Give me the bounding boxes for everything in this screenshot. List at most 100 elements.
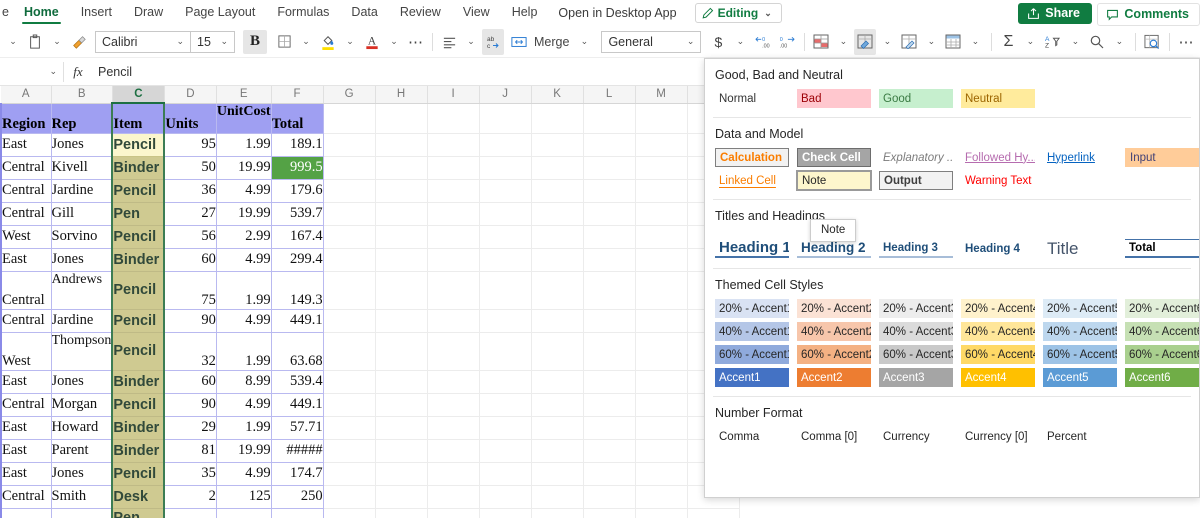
empty-cell[interactable] xyxy=(583,508,636,518)
cell-units[interactable]: 56 xyxy=(164,225,217,249)
cell-item[interactable]: Pencil xyxy=(111,271,166,310)
cell-item[interactable]: Pencil xyxy=(111,133,166,157)
cell-rep[interactable]: Jones xyxy=(51,462,113,486)
style-output[interactable]: Output xyxy=(879,171,953,190)
cell-total[interactable]: 63.68 xyxy=(271,332,324,371)
empty-cell[interactable] xyxy=(635,332,688,371)
style-20-accent6[interactable]: 20% - Accent6 xyxy=(1125,299,1199,318)
sort-filter-dropdown[interactable]: ⌄ xyxy=(1064,29,1086,55)
empty-cell[interactable] xyxy=(375,103,428,134)
cell-region[interactable]: West xyxy=(0,332,52,371)
empty-cell[interactable] xyxy=(531,309,584,333)
empty-cell[interactable] xyxy=(427,225,480,249)
style-20-accent2[interactable]: 20% - Accent2 xyxy=(797,299,871,318)
empty-cell[interactable] xyxy=(427,416,480,440)
style-accent5[interactable]: Accent5 xyxy=(1043,368,1117,387)
empty-cell[interactable] xyxy=(427,103,480,134)
tab-file-clipped[interactable]: e xyxy=(0,1,13,25)
empty-cell[interactable] xyxy=(531,225,584,249)
cell-region[interactable]: West xyxy=(0,225,52,249)
column-header-k[interactable]: K xyxy=(531,86,584,104)
cell-item[interactable]: Binder xyxy=(111,248,166,272)
column-header-l[interactable]: L xyxy=(583,86,636,104)
cell-region[interactable]: East xyxy=(0,370,52,394)
cell-total[interactable]: 449.1 xyxy=(271,309,324,333)
currency-format-button[interactable]: $ xyxy=(707,29,729,55)
cell-units[interactable]: 27 xyxy=(164,202,217,226)
empty-cell[interactable] xyxy=(427,309,480,333)
empty-cell[interactable] xyxy=(531,508,584,518)
style-good[interactable]: Good xyxy=(879,89,953,108)
empty-cell[interactable] xyxy=(427,133,480,157)
empty-cell[interactable] xyxy=(427,508,480,518)
conditional-formatting-dropdown[interactable]: ⌄ xyxy=(832,29,854,55)
style-percent[interactable]: Percent xyxy=(1043,427,1117,446)
autosum-dropdown[interactable]: ⌄ xyxy=(1019,29,1041,55)
style-comma-0[interactable]: Comma [0] xyxy=(797,427,871,446)
cell-units[interactable]: 90 xyxy=(164,393,217,417)
empty-cell[interactable] xyxy=(635,179,688,203)
cell-units[interactable]: 81 xyxy=(164,439,217,463)
empty-cell[interactable] xyxy=(323,416,376,440)
cell-region[interactable]: Central xyxy=(0,309,52,333)
empty-cell[interactable] xyxy=(375,225,428,249)
fill-color-dropdown[interactable]: ⌄ xyxy=(339,29,361,55)
cell-rep[interactable]: Jones xyxy=(51,508,113,518)
tab-home[interactable]: Home xyxy=(13,1,70,25)
cell-unitcost[interactable]: 1.99 xyxy=(216,416,272,440)
empty-cell[interactable] xyxy=(583,133,636,157)
cell-units[interactable]: 29 xyxy=(164,416,217,440)
cell-item[interactable]: Binder xyxy=(111,156,166,180)
style-note[interactable]: Note xyxy=(796,170,872,191)
cell-units[interactable]: 90 xyxy=(164,309,217,333)
cell-rep[interactable]: Jones xyxy=(51,370,113,394)
insert-cells-dropdown[interactable]: ⌄ xyxy=(964,29,986,55)
empty-cell[interactable] xyxy=(323,103,376,134)
empty-cell[interactable] xyxy=(531,202,584,226)
cell-region[interactable]: Central xyxy=(0,393,52,417)
tab-draw[interactable]: Draw xyxy=(123,1,174,25)
cell-styles-button[interactable] xyxy=(854,28,877,55)
empty-cell[interactable] xyxy=(635,202,688,226)
share-button[interactable]: Share xyxy=(1018,3,1092,24)
empty-cell[interactable] xyxy=(531,462,584,486)
empty-cell[interactable] xyxy=(323,370,376,394)
style-calculation[interactable]: Calculation xyxy=(715,148,789,167)
merge-button[interactable]: Merge xyxy=(530,29,573,55)
style-20-accent1[interactable]: 20% - Accent1 xyxy=(715,299,789,318)
cell-total[interactable]: 539.7 xyxy=(271,202,324,226)
header-item[interactable]: Item xyxy=(111,103,166,134)
column-header-d[interactable]: D xyxy=(164,86,217,104)
empty-cell[interactable] xyxy=(375,485,428,509)
cell-unitcost[interactable]: 4.99 xyxy=(216,462,272,486)
empty-cell[interactable] xyxy=(583,332,636,371)
wrap-text-button[interactable]: ab c xyxy=(482,28,504,55)
cell-units[interactable]: 75 xyxy=(164,271,217,310)
header-total[interactable]: Total xyxy=(271,103,324,134)
empty-cell[interactable] xyxy=(479,485,532,509)
empty-cell[interactable] xyxy=(375,179,428,203)
style-40-accent5[interactable]: 40% - Accent5 xyxy=(1043,322,1117,341)
font-color-button[interactable]: A xyxy=(361,29,383,55)
number-format-combo[interactable]: General ⌄ xyxy=(601,30,702,53)
empty-cell[interactable] xyxy=(531,103,584,134)
tab-page-layout[interactable]: Page Layout xyxy=(174,1,266,25)
empty-cell[interactable] xyxy=(583,156,636,180)
empty-cell[interactable] xyxy=(323,508,376,518)
empty-cell[interactable] xyxy=(479,225,532,249)
cell-region[interactable]: Central xyxy=(0,202,52,226)
cell-region[interactable]: Central xyxy=(0,485,52,509)
style-60-accent5[interactable]: 60% - Accent5 xyxy=(1043,345,1117,364)
cell-item[interactable]: Pencil xyxy=(111,179,166,203)
font-size-combo[interactable]: 15 ⌄ xyxy=(191,30,235,53)
empty-cell[interactable] xyxy=(323,462,376,486)
empty-cell[interactable] xyxy=(479,439,532,463)
empty-cell[interactable] xyxy=(479,393,532,417)
tab-view[interactable]: View xyxy=(452,1,501,25)
cell-region[interactable]: East xyxy=(0,416,52,440)
style-accent2[interactable]: Accent2 xyxy=(797,368,871,387)
empty-cell[interactable] xyxy=(583,439,636,463)
comments-button[interactable]: Comments xyxy=(1097,3,1200,26)
empty-cell[interactable] xyxy=(375,202,428,226)
empty-cell[interactable] xyxy=(375,462,428,486)
